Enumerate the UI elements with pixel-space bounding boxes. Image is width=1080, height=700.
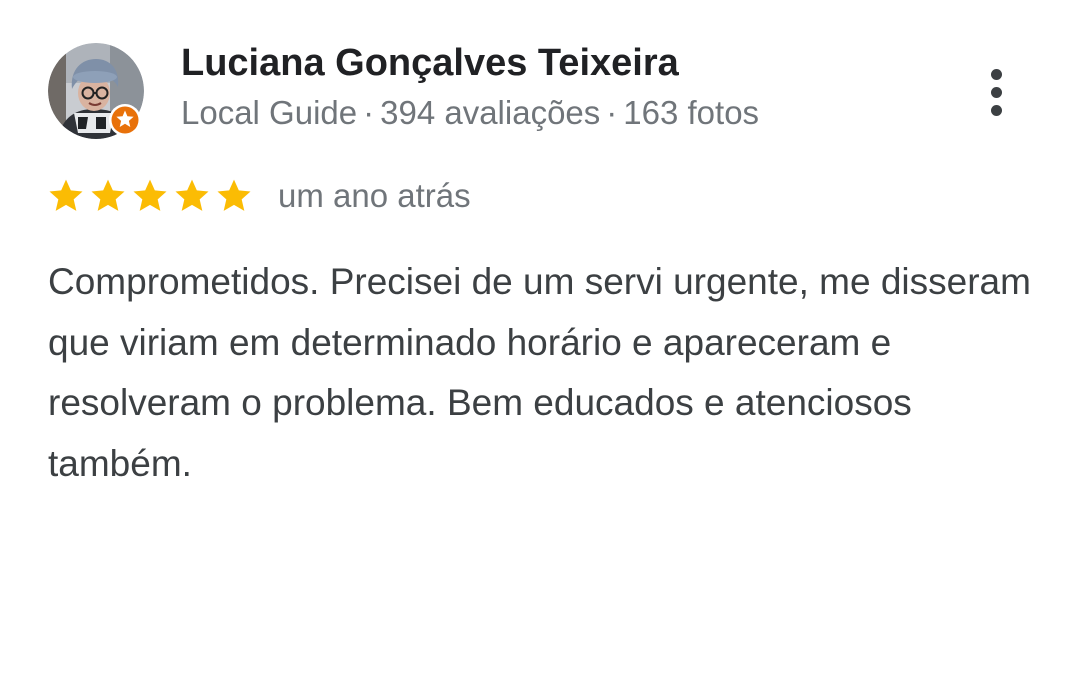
star-icon	[175, 179, 209, 211]
reviewer-meta[interactable]: Local Guide · 394 avaliações · 163 fotos	[181, 94, 759, 132]
star-rating	[46, 176, 254, 216]
review-card: Luciana Gonçalves Teixeira Local Guide · 3…	[0, 0, 1080, 700]
star-icon	[49, 179, 83, 211]
meta-separator: ·	[606, 94, 618, 131]
reviews-count: 394 avaliações	[380, 94, 601, 131]
meta-separator: ·	[363, 94, 375, 131]
star-icon	[133, 179, 167, 211]
more-vert-icon	[990, 86, 1002, 98]
local-guide-star-badge-icon	[109, 104, 141, 136]
more-vert-icon	[990, 104, 1002, 116]
star-icon	[217, 179, 251, 211]
local-guide-label: Local Guide	[181, 94, 358, 131]
star-icon	[91, 179, 125, 211]
review-text: Comprometidos. Precisei de um servi urge…	[48, 261, 1031, 484]
reviewer-name[interactable]: Luciana Gonçalves Teixeira	[181, 42, 679, 85]
more-options-button[interactable]	[972, 60, 1020, 124]
more-vert-icon	[990, 68, 1002, 80]
avatar-container[interactable]	[48, 43, 144, 139]
rating-row: um ano atrás	[46, 174, 471, 218]
review-date: um ano atrás	[278, 177, 471, 214]
photos-count: 163 fotos	[623, 94, 760, 131]
